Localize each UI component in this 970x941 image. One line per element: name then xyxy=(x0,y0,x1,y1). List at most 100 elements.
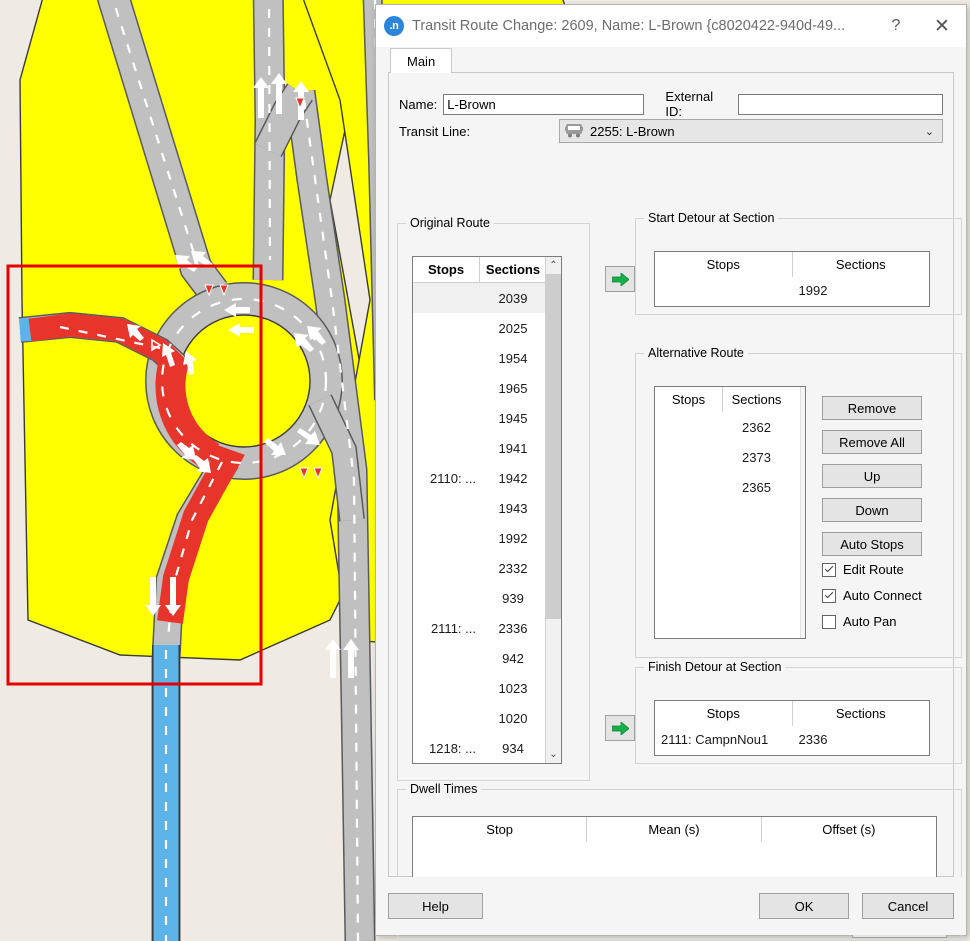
table-row[interactable]: 2025 xyxy=(413,313,561,343)
table-row[interactable]: 1945 xyxy=(413,403,561,433)
finish-detour-table[interactable]: Stops Sections 2111: CampnNou12336 xyxy=(654,700,930,756)
original-route-body: 2039202519541965194519412110: ...1942194… xyxy=(413,283,561,763)
original-route-table[interactable]: Stops Sections 2039202519541965194519412… xyxy=(412,256,562,764)
auto-pan-checkbox-row[interactable]: Auto Pan xyxy=(822,614,897,629)
help-icon[interactable]: ? xyxy=(874,5,918,47)
auto-connect-checkbox[interactable] xyxy=(822,589,836,603)
table-row[interactable]: 939 xyxy=(413,583,561,613)
external-id-input[interactable] xyxy=(738,94,943,115)
finish-detour-header: Stops Sections xyxy=(655,701,929,726)
cell-section: 1023 xyxy=(480,681,546,696)
alternative-route-title: Alternative Route xyxy=(644,346,748,360)
column-header-mean: Mean (s) xyxy=(587,817,761,842)
column-header-stop: Stop xyxy=(413,817,587,842)
original-route-header: Stops Sections xyxy=(413,257,561,283)
scroll-down-icon[interactable]: ⌄ xyxy=(546,746,561,763)
name-row: Name: External ID: xyxy=(399,89,943,119)
up-button[interactable]: Up xyxy=(822,464,922,488)
auto-connect-checkbox-row[interactable]: Auto Connect xyxy=(822,588,922,603)
scroll-up-icon[interactable]: ⌃ xyxy=(546,257,561,274)
down-button[interactable]: Down xyxy=(822,498,922,522)
alternative-route-scrollbar[interactable] xyxy=(800,387,805,638)
column-header-sections: Sections xyxy=(793,701,930,726)
remove-all-button[interactable]: Remove All xyxy=(822,430,922,454)
table-row[interactable]: 2111: CampnNou12336 xyxy=(655,726,929,752)
original-route-scrollbar[interactable]: ⌃ ⌄ xyxy=(545,257,561,763)
table-row[interactable]: 2039 xyxy=(413,283,561,313)
table-row[interactable]: 1023 xyxy=(413,673,561,703)
table-row[interactable]: 1954 xyxy=(413,343,561,373)
dialog-titlebar[interactable]: .n Transit Route Change: 2609, Name: L-B… xyxy=(376,5,966,47)
dialog-title: Transit Route Change: 2609, Name: L-Brow… xyxy=(412,18,874,34)
start-detour-title: Start Detour at Section xyxy=(644,211,778,225)
table-row[interactable]: 1943 xyxy=(413,493,561,523)
column-header-sections: Sections xyxy=(793,252,930,277)
cell-section: 1942 xyxy=(480,471,546,486)
tab-main[interactable]: Main xyxy=(390,48,452,73)
start-detour-table[interactable]: Stops Sections 1992 xyxy=(654,251,930,307)
table-row[interactable]: 1020 xyxy=(413,703,561,733)
transit-line-combobox[interactable]: 2255: L-Brown ⌄ xyxy=(559,119,943,143)
help-button[interactable]: Help xyxy=(388,893,483,919)
alternative-route-table[interactable]: Stops Sections 236223732365 xyxy=(654,386,806,639)
cell-section: 2025 xyxy=(480,321,546,336)
cell-section: 2332 xyxy=(480,561,546,576)
table-row[interactable]: 1965 xyxy=(413,373,561,403)
cell-section: 2039 xyxy=(480,291,546,306)
table-row[interactable]: 2373 xyxy=(655,442,805,472)
cell-section: 1020 xyxy=(480,711,546,726)
finish-detour-body: 2111: CampnNou12336 xyxy=(655,726,929,755)
column-header-stops: Stops xyxy=(413,257,480,282)
auto-stops-button[interactable]: Auto Stops xyxy=(822,532,922,556)
remove-button[interactable]: Remove xyxy=(822,396,922,420)
edit-route-label: Edit Route xyxy=(843,562,904,577)
cell-section: 2336 xyxy=(793,732,930,747)
table-row[interactable]: 2110: ...1942 xyxy=(413,463,561,493)
cell-section: 942 xyxy=(480,651,546,666)
tab-strip: Main xyxy=(376,47,966,73)
table-row[interactable]: 1992 xyxy=(655,277,929,303)
scroll-thumb[interactable] xyxy=(546,274,561,619)
auto-pan-checkbox[interactable] xyxy=(822,615,836,629)
table-row[interactable]: 2332 xyxy=(413,553,561,583)
start-detour-header: Stops Sections xyxy=(655,252,929,277)
table-row[interactable]: 1992 xyxy=(413,523,561,553)
app-icon-n: .n xyxy=(384,16,404,36)
chevron-down-icon: ⌄ xyxy=(925,125,938,138)
name-input[interactable] xyxy=(443,94,644,115)
green-right-arrow-icon xyxy=(612,722,629,735)
move-to-start-detour-button[interactable] xyxy=(605,266,635,292)
transit-line-value: 2255: L-Brown xyxy=(590,124,675,139)
edit-route-checkbox[interactable] xyxy=(822,563,836,577)
close-icon[interactable]: ✕ xyxy=(918,5,966,47)
table-row[interactable]: 2365 xyxy=(655,472,805,502)
green-right-arrow-icon xyxy=(612,273,629,286)
ok-button[interactable]: OK xyxy=(759,893,849,919)
move-to-finish-detour-button[interactable] xyxy=(605,715,635,741)
finish-detour-group: Finish Detour at Section Stops Sections … xyxy=(635,667,962,764)
column-header-stops: Stops xyxy=(655,701,793,726)
table-row[interactable]: 1218: ...934 xyxy=(413,733,561,763)
table-row[interactable]: 2362 xyxy=(655,412,805,442)
transit-route-change-dialog: .n Transit Route Change: 2609, Name: L-B… xyxy=(375,4,967,936)
cell-section: 1992 xyxy=(480,531,546,546)
table-row[interactable]: 942 xyxy=(413,643,561,673)
start-detour-body: 1992 xyxy=(655,277,929,306)
scroll-track[interactable] xyxy=(546,274,561,746)
cell-section: 1943 xyxy=(480,501,546,516)
table-row[interactable]: 1941 xyxy=(413,433,561,463)
name-label: Name: xyxy=(399,97,437,112)
cell-stop: 1218: ... xyxy=(413,741,480,756)
cell-section: 1992 xyxy=(793,283,930,298)
alternative-route-body: 236223732365 xyxy=(655,412,805,638)
table-row[interactable]: 2111: ...2336 xyxy=(413,613,561,643)
auto-pan-label: Auto Pan xyxy=(843,614,897,629)
start-detour-group: Start Detour at Section Stops Sections 1… xyxy=(635,218,962,315)
edit-route-checkbox-row[interactable]: Edit Route xyxy=(822,562,904,577)
cell-section: 2336 xyxy=(480,621,546,636)
cancel-button[interactable]: Cancel xyxy=(862,893,954,919)
cell-section: 939 xyxy=(480,591,546,606)
cell-stop: 2110: ... xyxy=(413,471,480,486)
column-header-stops: Stops xyxy=(655,252,793,277)
cell-section: 1965 xyxy=(480,381,546,396)
